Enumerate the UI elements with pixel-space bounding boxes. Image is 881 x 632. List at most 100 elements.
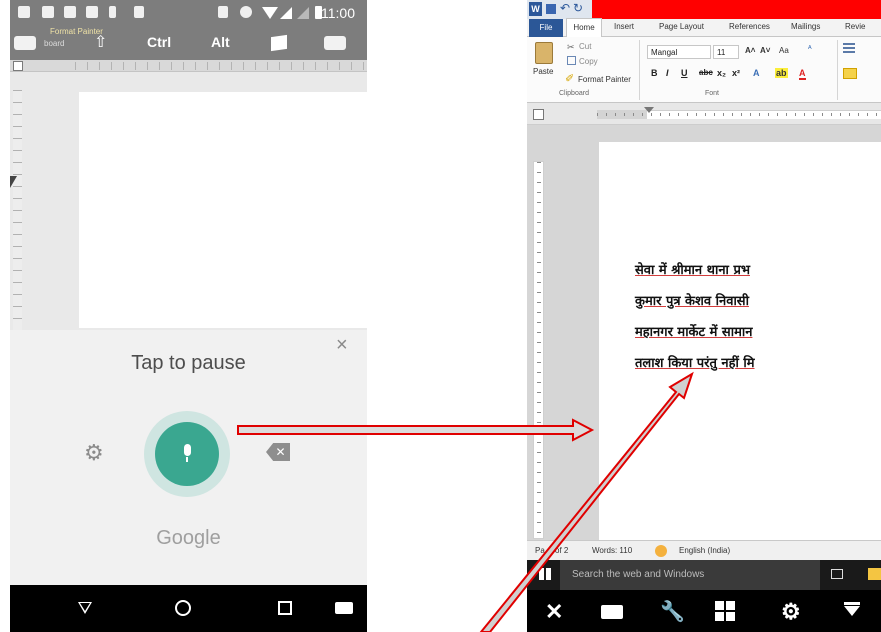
bold-button[interactable]: B: [651, 68, 658, 78]
ribbon-home: Paste ✂ Cut Copy ✐ Format Painter Clipbo…: [527, 37, 881, 103]
document-line[interactable]: सेवा में श्रीमान थाना प्रभ: [635, 260, 750, 278]
file-explorer-icon[interactable]: [868, 568, 881, 580]
voice-input-panel: × Tap to pause ⚙ ✕ Google: [10, 330, 367, 585]
indent-marker-icon[interactable]: [644, 107, 654, 113]
page-count[interactable]: of 2: [555, 546, 568, 555]
recent-apps-icon[interactable]: [278, 601, 292, 615]
close-icon[interactable]: ✕: [545, 599, 563, 625]
menu-icon-bar: [844, 602, 860, 605]
tab-home[interactable]: Home: [566, 18, 602, 37]
font-size-select[interactable]: 11: [713, 45, 739, 59]
bullets-icon[interactable]: [843, 43, 855, 55]
strikethrough-button[interactable]: abc: [699, 68, 713, 77]
remote-control-bar: ✕ 🔧 ⚙: [527, 590, 881, 632]
document-page[interactable]: [599, 142, 881, 540]
wifi-icon: [262, 7, 278, 19]
tap-to-pause-label: Tap to pause: [131, 352, 246, 374]
settings-gear-icon[interactable]: ⚙: [84, 440, 104, 466]
tab-selector[interactable]: [13, 61, 23, 71]
ribbon-tabs: File Home Insert Page Layout References …: [527, 18, 881, 37]
vertical-ruler: [533, 161, 544, 540]
wrench-icon[interactable]: 🔧: [660, 599, 685, 624]
tab-page-layout[interactable]: Page Layout: [659, 22, 704, 31]
document-line[interactable]: महानगर मार्केट में सामान: [635, 322, 752, 340]
underline-button[interactable]: U: [681, 68, 688, 78]
phone-vertical-ruler: [13, 90, 22, 330]
mouse-cursor-icon: [10, 176, 17, 188]
windows-key-icon[interactable]: [271, 34, 287, 52]
microphone-stem: [186, 457, 188, 462]
ctrl-key[interactable]: Ctrl: [147, 34, 171, 50]
google-label: Google: [156, 527, 221, 549]
ruler-ticks: [597, 113, 881, 116]
subscript-button[interactable]: x₂: [717, 68, 726, 78]
font-color-icon[interactable]: A: [799, 68, 806, 80]
save-icon[interactable]: [546, 4, 556, 14]
font-name-select[interactable]: Mangal: [647, 45, 711, 59]
keyboard-toggle-icon[interactable]: [14, 36, 36, 50]
highlight-color-icon[interactable]: ab: [775, 68, 788, 78]
redo-icon[interactable]: ↻: [573, 1, 583, 15]
document-area: सेवा में श्रीमान थाना प्रभ कुमार पुत्र क…: [527, 125, 881, 540]
mic-button[interactable]: [155, 422, 219, 486]
start-icon[interactable]: [539, 568, 551, 580]
alt-key[interactable]: Alt: [211, 34, 230, 50]
menu-down-icon[interactable]: [844, 606, 860, 616]
language[interactable]: English (India): [679, 546, 730, 555]
settings-gear-icon[interactable]: ⚙: [781, 599, 801, 625]
proofing-icon[interactable]: [655, 545, 667, 557]
windows-icon[interactable]: [715, 601, 735, 621]
document-line[interactable]: तलाश किया परंतु नहीं मि: [635, 353, 755, 371]
keyboard-icon[interactable]: [335, 602, 353, 614]
word-logo-icon: W: [529, 2, 542, 16]
text-effects-icon[interactable]: A: [753, 68, 760, 78]
superscript-button[interactable]: x²: [732, 68, 740, 78]
paste-label[interactable]: Paste: [533, 67, 553, 76]
clear-format-icon[interactable]: ᴬ: [808, 44, 812, 53]
tab-review[interactable]: Revie: [845, 22, 865, 31]
align-left-icon[interactable]: [843, 68, 857, 79]
backspace-icon[interactable]: ✕: [266, 443, 290, 461]
android-nav-bar: [10, 585, 367, 632]
search-placeholder[interactable]: Search the web and Windows: [572, 569, 704, 580]
format-painter-icon[interactable]: ✐: [565, 72, 574, 85]
cut-icon[interactable]: ✂: [567, 42, 575, 53]
vruler-ticks: [537, 162, 541, 540]
home-icon[interactable]: [175, 600, 191, 616]
windows-taskbar: Search the web and Windows: [527, 560, 881, 590]
tab-insert[interactable]: Insert: [614, 22, 634, 31]
tab-selector-icon[interactable]: [533, 109, 544, 120]
document-line[interactable]: कुमार पुत्र केशव निवासी: [635, 291, 749, 309]
vibrate-icon: [218, 6, 228, 18]
tab-file[interactable]: File: [529, 19, 563, 37]
format-painter-label[interactable]: Format Painter: [578, 75, 631, 84]
group-separator-2: [837, 40, 838, 100]
word-count[interactable]: Words: 110: [592, 546, 632, 555]
keyboard-modifier-bar: Format Painter board ⇧ Ctrl Alt: [10, 27, 367, 60]
phone-screen: 11:00 Format Painter board ⇧ Ctrl Alt × …: [10, 0, 367, 632]
cut-label[interactable]: Cut: [579, 42, 591, 51]
italic-button[interactable]: I: [666, 68, 669, 78]
keyboard-add-icon[interactable]: [324, 36, 346, 50]
phone-horizontal-ruler: [10, 60, 367, 72]
group-separator: [639, 40, 640, 100]
shrink-font-button[interactable]: A˅: [760, 46, 770, 55]
change-case-button[interactable]: Aa: [779, 46, 789, 55]
phone-document-page[interactable]: [79, 92, 367, 328]
grow-font-button[interactable]: A˄: [745, 46, 755, 55]
task-view-icon[interactable]: [831, 569, 843, 579]
tab-mailings[interactable]: Mailings: [791, 22, 820, 31]
microphone-icon: [184, 444, 191, 456]
paste-icon[interactable]: [535, 42, 553, 64]
play-icon: [134, 6, 144, 18]
status-bar: 11:00: [10, 0, 367, 27]
page-label[interactable]: Pa: [535, 546, 545, 555]
undo-icon[interactable]: ↶: [560, 1, 570, 15]
keyboard-icon[interactable]: [601, 605, 623, 619]
copy-icon[interactable]: [567, 56, 576, 65]
shift-icon[interactable]: ⇧: [94, 32, 107, 52]
word-window: W ↶ ↻ File Home Insert Page Layout Refer…: [527, 0, 881, 632]
message-icon: [18, 6, 30, 18]
tab-references[interactable]: References: [729, 22, 770, 31]
copy-label[interactable]: Copy: [579, 57, 598, 66]
